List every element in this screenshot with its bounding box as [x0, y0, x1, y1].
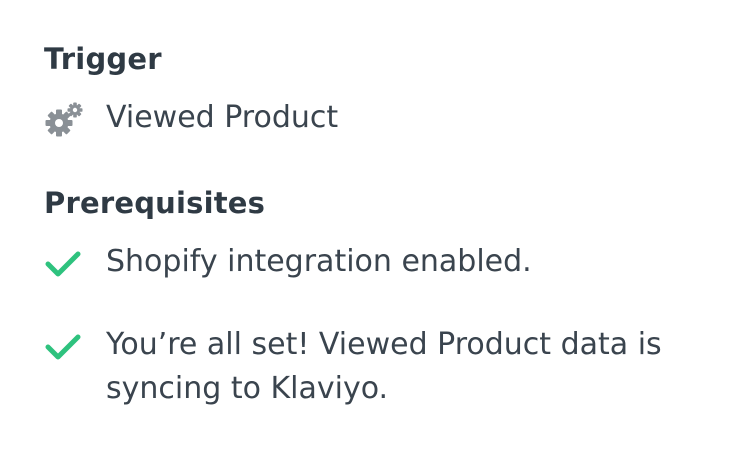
trigger-prerequisites-panel: Trigger Viewed Product Prerequisites Sho… — [0, 0, 730, 466]
trigger-row: Viewed Product — [44, 96, 704, 140]
prerequisite-text: Shopify integration enabled. — [106, 244, 532, 279]
checkmark-icon — [44, 333, 82, 365]
trigger-heading: Trigger — [44, 42, 162, 76]
gears-icon — [44, 102, 84, 142]
prerequisite-item: You’re all set! Viewed Product data is s… — [44, 323, 704, 411]
checkmark-icon — [44, 250, 82, 282]
prerequisites-heading: Prerequisites — [44, 186, 266, 220]
prerequisite-item: Shopify integration enabled. — [44, 240, 704, 284]
prerequisite-text: You’re all set! Viewed Product data is s… — [106, 327, 662, 406]
trigger-value: Viewed Product — [106, 100, 339, 135]
